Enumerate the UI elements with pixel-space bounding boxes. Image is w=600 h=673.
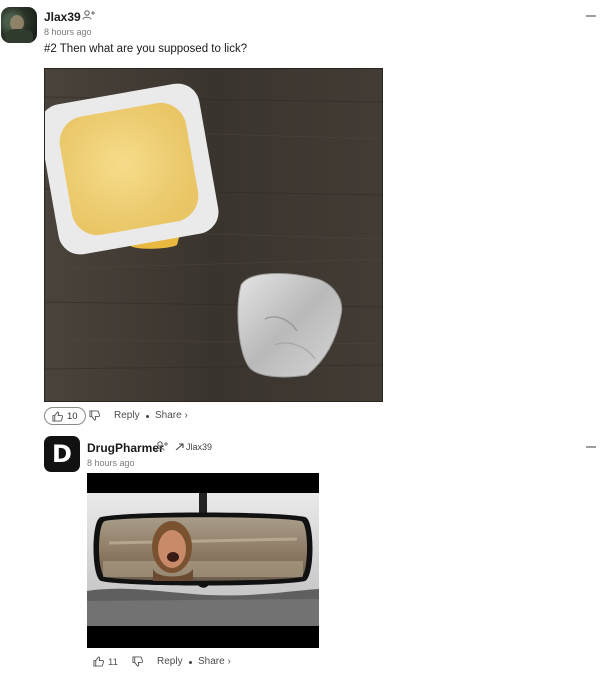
comment-gif[interactable] xyxy=(87,473,319,648)
reply-arrow-icon xyxy=(175,443,184,451)
collapse-icon[interactable] xyxy=(586,15,596,17)
thumbs-down-icon[interactable] xyxy=(89,410,100,421)
thumbs-up-icon[interactable] xyxy=(93,656,104,667)
share-button[interactable]: Share › xyxy=(198,656,231,667)
username[interactable]: Jlax39 xyxy=(44,10,81,24)
like-button[interactable]: 10 xyxy=(44,407,86,425)
reply-to-user[interactable]: Jlax39 xyxy=(186,442,212,452)
avatar[interactable]: D xyxy=(44,436,80,472)
yogurt-photo xyxy=(45,69,382,401)
like-count: 11 xyxy=(108,657,118,668)
thumbs-down-icon[interactable] xyxy=(132,656,143,667)
comment-image[interactable] xyxy=(44,68,383,402)
follow-user-icon[interactable] xyxy=(82,10,96,20)
follow-user-icon[interactable] xyxy=(155,441,169,451)
share-button[interactable]: Share › xyxy=(155,410,188,421)
comment-text: #2 Then what are you supposed to lick? xyxy=(44,43,248,55)
collapse-icon[interactable] xyxy=(586,446,596,448)
timestamp: 8 hours ago xyxy=(44,27,92,37)
reply-button[interactable]: Reply xyxy=(157,656,183,667)
separator-dot xyxy=(146,415,149,418)
username[interactable]: DrugPharmer xyxy=(87,441,164,455)
separator-dot xyxy=(189,661,192,664)
like-count: 10 xyxy=(67,410,78,422)
reply-button[interactable]: Reply xyxy=(114,410,140,421)
thumbs-up-icon xyxy=(52,410,63,422)
avatar[interactable] xyxy=(1,7,37,43)
rearview-mirror-gif xyxy=(87,473,319,648)
timestamp: 8 hours ago xyxy=(87,458,135,468)
